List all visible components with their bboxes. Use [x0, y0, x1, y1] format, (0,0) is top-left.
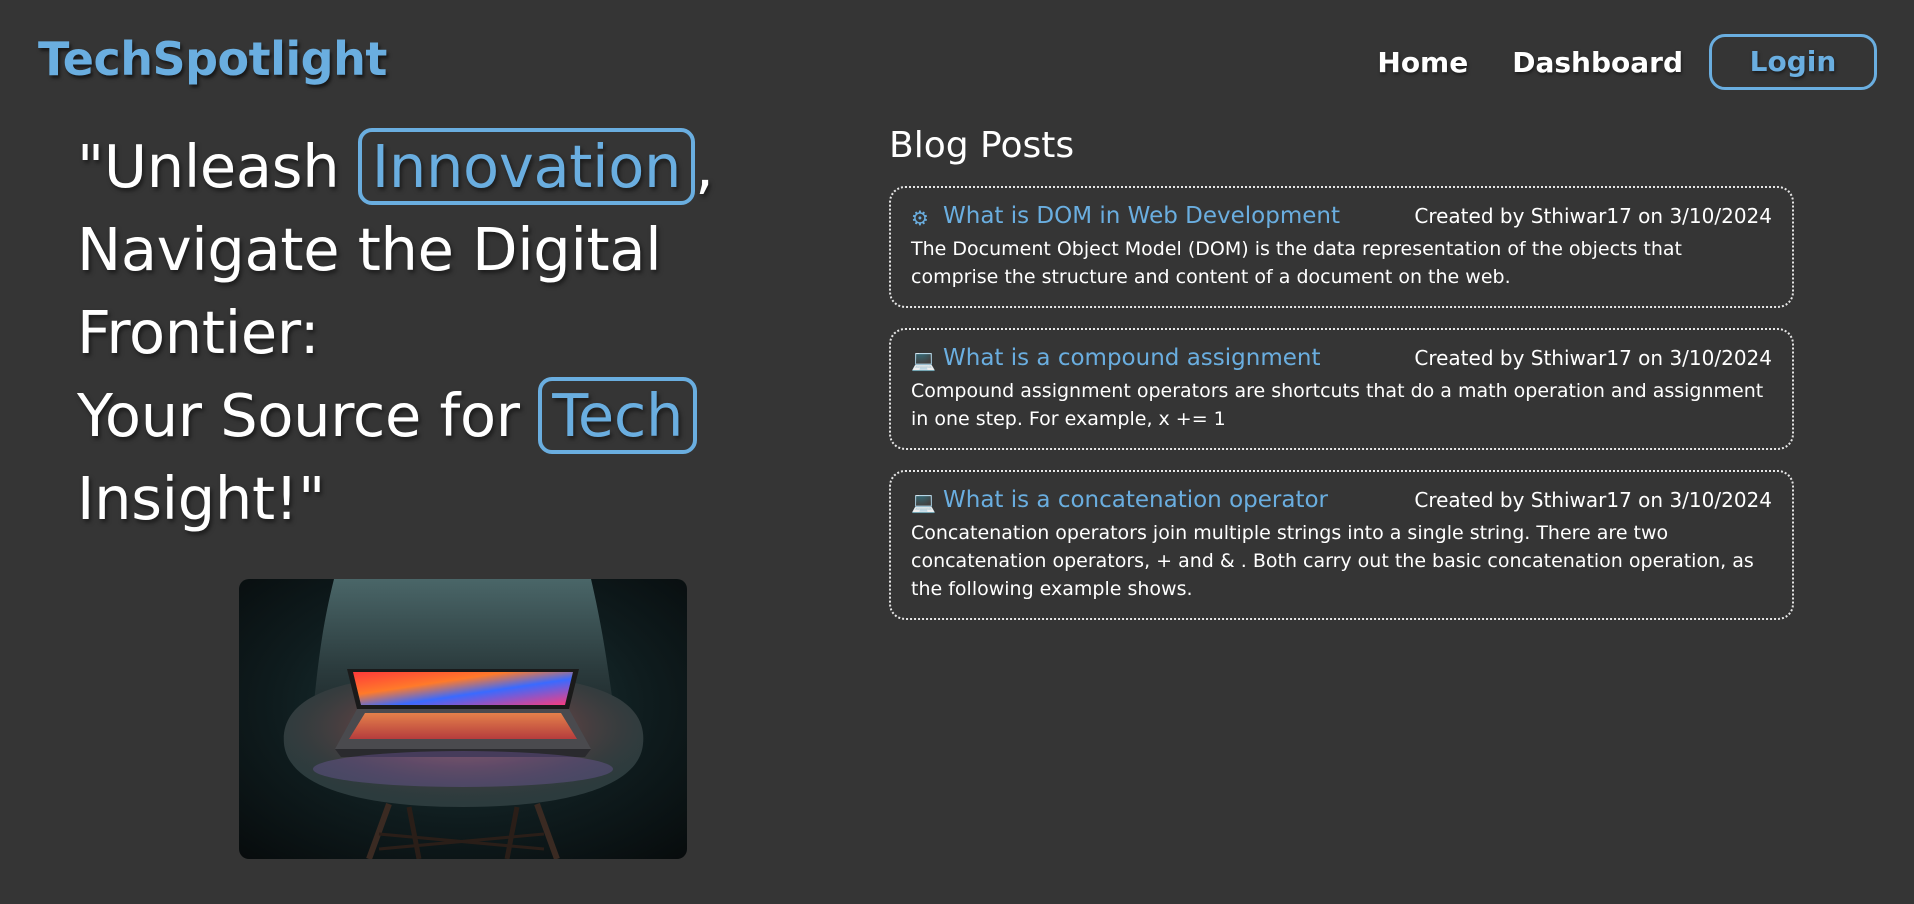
post-header: 💻 What is a concatenation operator Create… — [911, 487, 1772, 515]
gear-icon: ⚙ — [911, 206, 929, 230]
hero-tagline: "Unleash Innovation, Navigate the Digita… — [77, 125, 797, 540]
post-excerpt: Compound assignment operators are shortc… — [911, 380, 1764, 430]
laptop-icon: 💻 — [911, 348, 936, 372]
post-header: 💻 What is a compound assignment Created b… — [911, 345, 1772, 373]
post-meta: Created by Sthiwar17 on 3/10/2024 — [1414, 488, 1772, 512]
hero-text: "Unleash — [77, 132, 358, 201]
hero-highlight-innovation: Innovation — [357, 128, 696, 205]
post-excerpt: The Document Object Model (DOM) is the d… — [911, 238, 1683, 288]
post-title-link[interactable]: 💻 What is a concatenation operator — [911, 487, 1328, 514]
hero-laptop-image — [239, 579, 687, 859]
post-title-text: What is DOM in Web Development — [943, 203, 1340, 229]
post-title-link[interactable]: 💻 What is a compound assignment — [911, 345, 1320, 372]
hero-text: Insight!" — [77, 464, 325, 533]
blog-posts-heading: Blog Posts — [889, 125, 1075, 166]
post-title-link[interactable]: ⚙ What is DOM in Web Development — [911, 203, 1340, 230]
hero-text: , — [695, 132, 714, 201]
hero-highlight-tech: Tech — [538, 377, 698, 454]
blog-post-card[interactable]: ⚙ What is DOM in Web Development Created … — [889, 186, 1794, 308]
login-button[interactable]: Login — [1709, 34, 1877, 90]
laptop-icon: 💻 — [911, 490, 936, 514]
top-nav: Home Dashboard Login — [1333, 34, 1877, 90]
blog-post-card[interactable]: 💻 What is a compound assignment Created b… — [889, 328, 1794, 450]
hero-text: Frontier: — [77, 298, 320, 367]
nav-home-link[interactable]: Home — [1377, 46, 1468, 79]
post-meta: Created by Sthiwar17 on 3/10/2024 — [1414, 346, 1772, 370]
hero-text: Your Source for — [77, 381, 539, 450]
blog-post-card[interactable]: 💻 What is a concatenation operator Create… — [889, 470, 1794, 620]
brand-logo[interactable]: TechSpotlight — [38, 32, 387, 86]
post-meta: Created by Sthiwar17 on 3/10/2024 — [1414, 204, 1772, 228]
post-header: ⚙ What is DOM in Web Development Created … — [911, 203, 1772, 231]
post-excerpt: Concatenation operators join multiple st… — [911, 522, 1754, 600]
nav-dashboard-link[interactable]: Dashboard — [1512, 46, 1683, 79]
hero-text: Navigate the Digital — [77, 215, 662, 284]
post-title-text: What is a compound assignment — [943, 345, 1321, 371]
post-title-text: What is a concatenation operator — [943, 487, 1328, 513]
